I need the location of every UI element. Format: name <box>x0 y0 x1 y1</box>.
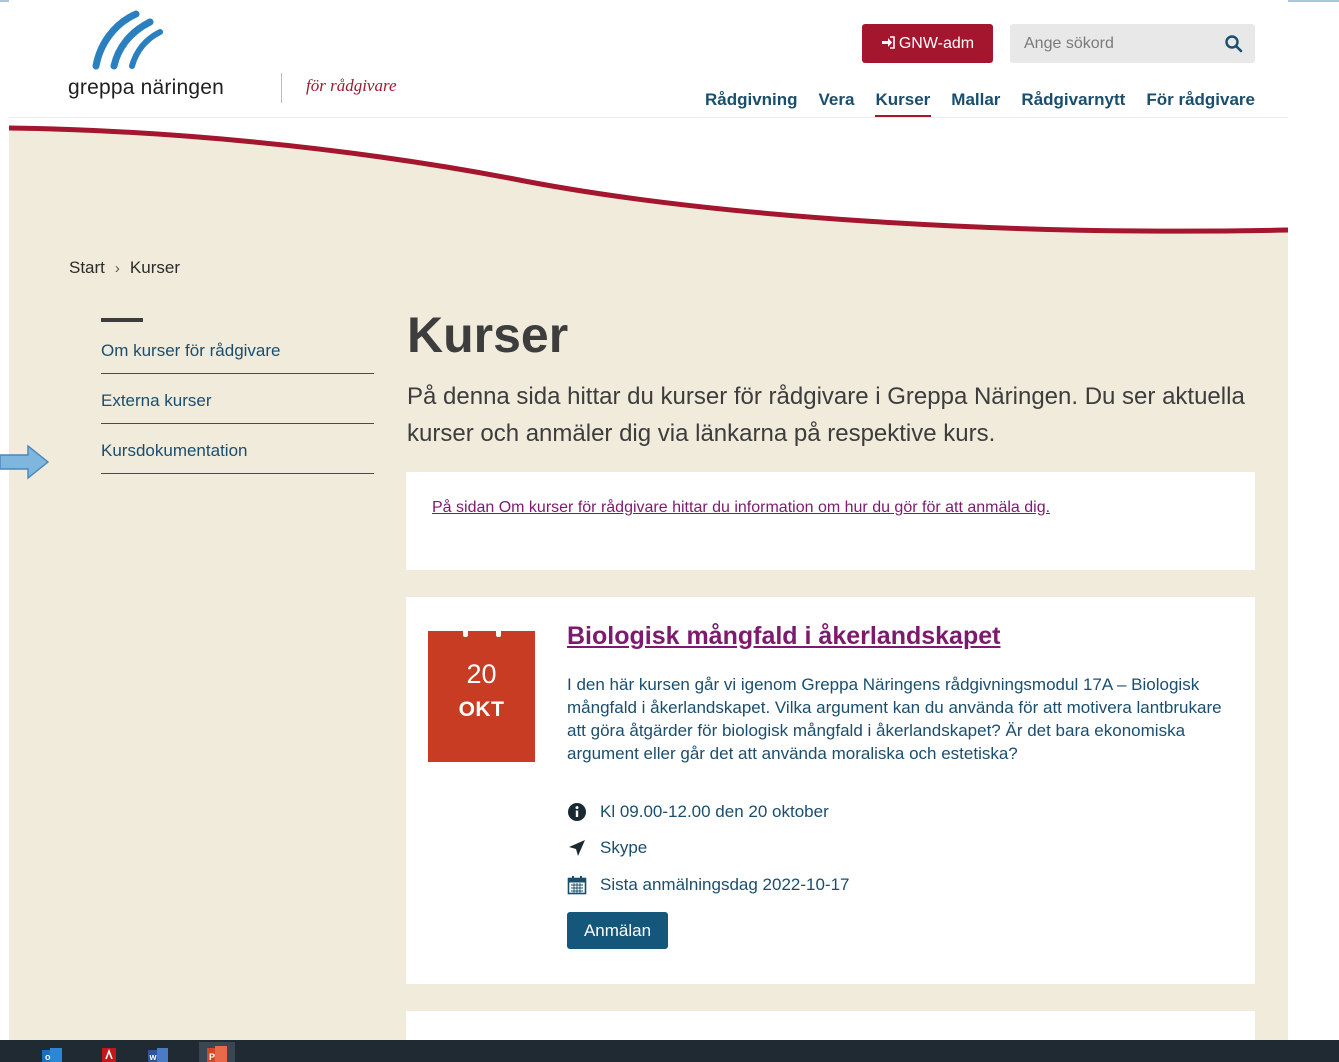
site-header: greppa näringen för rådgivare GNW-adm Rå… <box>9 0 1288 118</box>
info-box: På sidan Om kurser för rådgivare hittar … <box>406 472 1255 570</box>
outlook-icon[interactable]: o <box>42 1048 62 1062</box>
side-menu-item-externa-kurser[interactable]: Externa kurser <box>101 374 374 424</box>
page-title: Kurser <box>407 307 569 363</box>
sign-in-icon <box>881 35 895 52</box>
nav-item-mallar[interactable]: Mallar <box>941 89 1011 117</box>
svg-text:o: o <box>45 1052 51 1062</box>
svg-text:P: P <box>209 1052 215 1062</box>
side-menu-item-kursdokumentation[interactable]: Kursdokumentation <box>101 424 374 474</box>
course-description: I den här kursen går vi igenom Greppa Nä… <box>567 675 1222 763</box>
nav-item-kurser[interactable]: Kurser <box>865 89 941 117</box>
calendar-icon <box>567 875 587 895</box>
gnw-adm-button[interactable]: GNW-adm <box>862 24 993 63</box>
logo-text[interactable]: greppa näringen <box>68 76 224 100</box>
logo-mark-icon[interactable] <box>84 10 164 70</box>
os-taskbar: o w P <box>0 1040 1339 1062</box>
nav-item-radgivning[interactable]: Rådgivning <box>694 89 808 117</box>
search-icon[interactable] <box>1223 33 1245 55</box>
side-menu-item-om-kurser[interactable]: Om kurser för rådgivare <box>101 324 374 374</box>
acrobat-icon[interactable] <box>100 1048 120 1062</box>
course-title-link[interactable]: Biologisk mångfald i åkerlandskapet <box>567 622 1000 651</box>
side-menu-accent <box>101 318 143 322</box>
breadcrumb-start[interactable]: Start <box>69 258 105 278</box>
course-card: 20 OKT Biologisk mångfald i åkerlandskap… <box>406 597 1255 984</box>
search-input[interactable] <box>1010 24 1210 63</box>
header-wave-decoration <box>9 118 1288 234</box>
powerpoint-icon[interactable]: P <box>199 1042 235 1062</box>
main-nav: Rådgivning Vera Kurser Mallar Rådgivarny… <box>694 89 1255 117</box>
calendar-day: 20 <box>466 659 497 689</box>
course-deadline: Sista anmälningsdag 2022-10-17 <box>600 875 850 894</box>
nav-item-vera[interactable]: Vera <box>808 89 865 117</box>
nav-item-for-radgivare[interactable]: För rådgivare <box>1136 89 1255 117</box>
breadcrumb-separator: › <box>114 259 120 277</box>
logo-tagline[interactable]: för rådgivare <box>306 76 397 96</box>
register-button[interactable]: Anmälan <box>567 912 668 949</box>
annotation-arrow-icon <box>0 444 50 480</box>
website: greppa näringen för rådgivare GNW-adm Rå… <box>9 0 1288 1062</box>
course-location-row: Skype <box>567 838 647 858</box>
info-circle-icon <box>567 802 587 822</box>
course-time: Kl 09.00-12.00 den 20 oktober <box>600 802 829 821</box>
gnw-adm-label: GNW-adm <box>898 34 975 52</box>
logo-divider <box>281 73 282 103</box>
calendar-month: OKT <box>458 698 505 721</box>
svg-text:w: w <box>149 1052 158 1062</box>
nav-item-radgivarnytt[interactable]: Rådgivarnytt <box>1011 89 1136 117</box>
calendar-ring <box>496 625 501 637</box>
course-deadline-row: Sista anmälningsdag 2022-10-17 <box>567 875 850 895</box>
word-icon[interactable]: w <box>148 1048 168 1062</box>
info-link[interactable]: På sidan Om kurser för rådgivare hittar … <box>432 499 1050 517</box>
location-arrow-icon <box>567 838 587 858</box>
course-time-row: Kl 09.00-12.00 den 20 oktober <box>567 802 829 822</box>
breadcrumb-current: Kurser <box>129 258 180 277</box>
calendar-date-badge: 20 OKT <box>428 625 535 762</box>
search-box <box>1010 24 1255 63</box>
breadcrumb: Start › Kurser <box>69 258 180 278</box>
course-location: Skype <box>600 838 648 857</box>
page-intro: På denna sida hittar du kurser för rådgi… <box>407 383 1245 447</box>
calendar-ring <box>463 625 468 637</box>
